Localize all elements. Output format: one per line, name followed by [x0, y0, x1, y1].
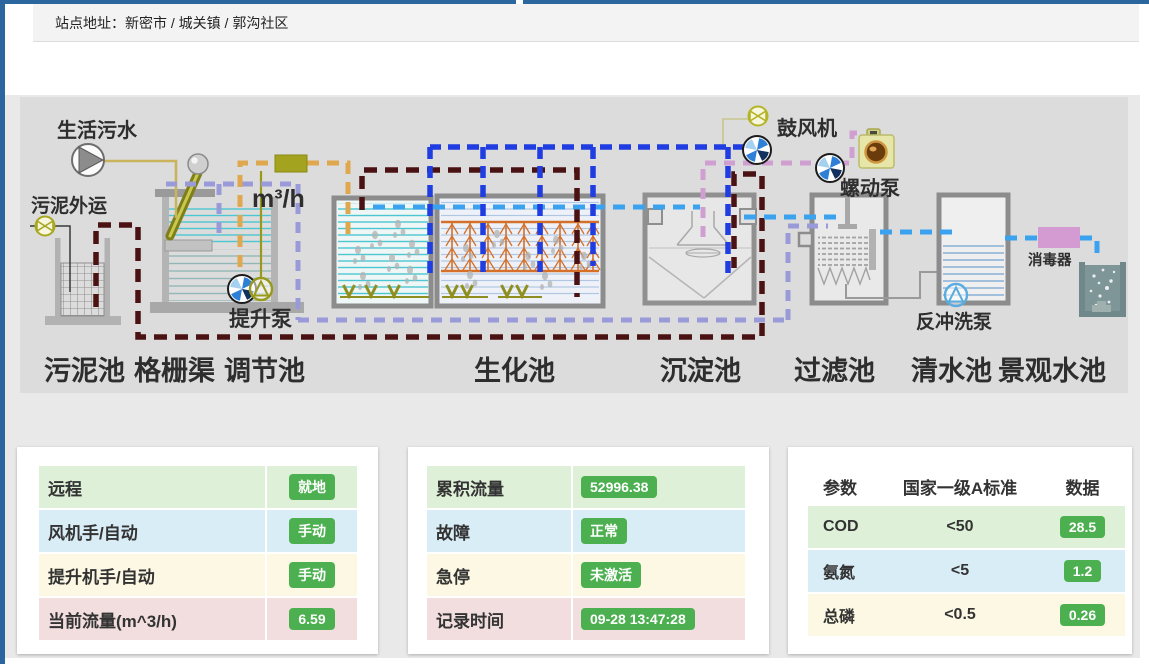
site-address-header: 站点地址：新密市 / 城关镇 / 郭沟社区 [33, 4, 1139, 42]
row-label: 当前流量(m^3/h) [39, 598, 265, 640]
flow-unit-label: m³/h [252, 185, 305, 213]
disinfector-box [1038, 227, 1080, 248]
dosing-container [859, 129, 894, 168]
disinfector-label: 消毒器 [1028, 251, 1072, 269]
tank-label-regulation: 调节池 [224, 356, 305, 386]
row-value-cell: 就地 [265, 466, 357, 508]
fan-mode-badge[interactable]: 手动 [289, 518, 335, 544]
backwash-pump-label: 反冲洗泵 [916, 310, 992, 333]
row-value-cell: 正常 [571, 510, 745, 552]
param-standard: <5 [880, 562, 1040, 580]
row-value-cell: 手动 [265, 510, 357, 552]
phosphorus-value-badge: 0.26 [1060, 604, 1105, 626]
backwash-pump-icon [945, 284, 967, 306]
table-row: 当前流量(m^3/h) 6.59 [39, 598, 357, 640]
sewage-label: 生活污水 [57, 119, 138, 142]
status-panel-card: 累积流量 52996.38 故障 正常 急停 未激活 记录时间 [408, 447, 769, 654]
param-standard: <0.5 [880, 606, 1040, 624]
filter-tank [799, 195, 943, 303]
blower-valve-icon [749, 107, 768, 126]
control-panel-card: 远程 就地 风机手/自动 手动 提升机手/自动 手动 当前流量(m^3/h) [17, 447, 378, 654]
table-row: 提升机手/自动 手动 [39, 554, 357, 596]
record-time-badge: 09-28 13:47:28 [581, 608, 695, 630]
row-label: 急停 [427, 554, 571, 596]
cod-value-badge: 28.5 [1060, 516, 1105, 538]
row-value-cell: 09-28 13:47:28 [571, 598, 745, 640]
biochem-tank-1 [334, 198, 431, 306]
tank-label-sedimentation: 沉淀池 [660, 355, 741, 386]
column-header-data: 数据 [1040, 474, 1125, 499]
current-flow-badge: 6.59 [289, 608, 334, 630]
tank-label-clearwater: 清水池 [911, 356, 992, 386]
param-value-cell: 28.5 [1040, 516, 1125, 538]
column-header-standard: 国家一级A标准 [880, 474, 1040, 499]
tank-label-grit: 格栅渠 [134, 356, 215, 386]
flow-meter [275, 155, 307, 172]
tank-label-filter: 过滤池 [794, 356, 875, 386]
table-row: 氨氮 <5 1.2 [808, 550, 1125, 592]
tank-label-sludge: 污泥池 [44, 356, 125, 386]
tank-label-landscape: 景观水池 [998, 356, 1106, 386]
table-row: 累积流量 52996.38 [427, 466, 745, 508]
column-header-param: 参数 [808, 474, 880, 499]
table-row: 总磷 <0.5 0.26 [808, 594, 1125, 636]
process-flow-diagram: 生活污水 污泥外运 提升泵 m³/h 鼓风机 螺动泵 反冲洗泵 消毒器 污泥池 … [20, 97, 1128, 393]
scada-dashboard: 站点地址：新密市 / 城关镇 / 郭沟社区 [0, 0, 1149, 664]
row-label: 记录时间 [427, 598, 571, 640]
total-flow-badge: 52996.38 [581, 476, 657, 498]
param-name: 总磷 [808, 603, 880, 627]
row-value-cell: 52996.38 [571, 466, 745, 508]
lift-pump-label: 提升泵 [229, 307, 292, 331]
table-row: 故障 正常 [427, 510, 745, 552]
row-label: 远程 [39, 466, 265, 508]
ammonia-value-badge: 1.2 [1064, 560, 1101, 582]
table-row: 急停 未激活 [427, 554, 745, 596]
table-row: 记录时间 09-28 13:47:28 [427, 598, 745, 640]
estop-status-badge: 未激活 [581, 562, 641, 588]
table-row: COD <50 28.5 [808, 506, 1125, 548]
quality-header-row: 参数 国家一级A标准 数据 [808, 466, 1125, 506]
param-name: COD [808, 518, 880, 536]
remote-mode-badge[interactable]: 就地 [289, 474, 335, 500]
sludge-tank [45, 238, 121, 325]
param-standard: <50 [880, 518, 1040, 536]
grit-and-regulation-tank [150, 154, 304, 313]
param-value-cell: 1.2 [1040, 560, 1125, 582]
sewage-pump-icon [72, 144, 104, 176]
table-row: 风机手/自动 手动 [39, 510, 357, 552]
table-row: 远程 就地 [39, 466, 357, 508]
landscape-pool [1079, 262, 1126, 317]
param-value-cell: 0.26 [1040, 604, 1125, 626]
quality-panel-card: 参数 国家一级A标准 数据 COD <50 28.5 氨氮 <5 1.2 总磷 [788, 447, 1132, 654]
site-address-breadcrumb: 站点地址：新密市 / 城关镇 / 郭沟社区 [33, 13, 288, 33]
peristaltic-pump-label: 螺动泵 [840, 177, 900, 200]
row-value-cell: 6.59 [265, 598, 357, 640]
lift-pump-icon [250, 278, 272, 300]
row-label: 风机手/自动 [39, 510, 265, 552]
tank-label-biochem: 生化池 [474, 356, 555, 386]
row-label: 提升机手/自动 [39, 554, 265, 596]
blower-fan-icon [743, 136, 771, 164]
lift-mode-badge[interactable]: 手动 [289, 562, 335, 588]
process-flow-panel: 生活污水 污泥外运 提升泵 m³/h 鼓风机 螺动泵 反冲洗泵 消毒器 污泥池 … [20, 97, 1128, 393]
row-value-cell: 未激活 [571, 554, 745, 596]
sludge-valve-icon [36, 217, 55, 236]
row-label: 累积流量 [427, 466, 571, 508]
sludge-out-label: 污泥外运 [31, 194, 107, 217]
blower-label: 鼓风机 [777, 116, 837, 140]
fault-status-badge: 正常 [581, 518, 627, 544]
param-name: 氨氮 [808, 559, 880, 583]
row-label: 故障 [427, 510, 571, 552]
row-value-cell: 手动 [265, 554, 357, 596]
